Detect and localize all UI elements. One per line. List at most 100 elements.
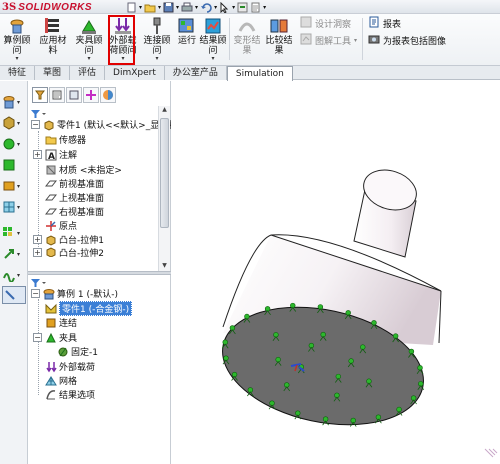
tree-item-fixed-1[interactable]: 固定-1 [56, 345, 98, 358]
tree-item-result-options[interactable]: 结果选项 [44, 388, 95, 401]
configuration-manager-tab[interactable] [66, 87, 82, 103]
tree-item-boss-extrude-1[interactable]: + 凸台-拉伸1 [33, 233, 104, 246]
plot-tools-button[interactable]: 图解工具 ▾ [300, 33, 357, 47]
tab-simulation[interactable]: Simulation [226, 66, 293, 81]
dropdown-arrow-icon[interactable]: ▾ [232, 4, 235, 11]
design-insight-icon [300, 16, 312, 31]
feature-tree-tab[interactable] [32, 87, 48, 103]
strip-button-mesh[interactable]: ▾ [2, 198, 26, 216]
study-advisor-icon [6, 16, 28, 36]
dimxpert-manager-tab[interactable] [83, 87, 99, 103]
cube-icon [3, 116, 15, 130]
tree-item-top-plane[interactable]: 上视基准面 [44, 191, 104, 204]
property-manager-tab[interactable] [49, 87, 65, 103]
graphics-area[interactable] [171, 81, 500, 464]
pane-splitter[interactable] [28, 271, 171, 275]
tree-item-origin[interactable]: 原点 [44, 219, 77, 232]
strip-button-study[interactable]: ▾ [2, 93, 26, 111]
apply-material-button[interactable]: 应用材 料 [36, 16, 70, 56]
large-cylinder-base[interactable] [212, 234, 442, 442]
display-manager-tab[interactable] [100, 87, 116, 103]
tree-item-boss-extrude-2[interactable]: + 凸台-拉伸2 [33, 247, 104, 257]
print-icon[interactable] [181, 2, 193, 13]
undo-icon[interactable] [200, 2, 212, 13]
tab-features[interactable]: 特征 [0, 66, 36, 80]
design-insight-button[interactable]: 设计洞察 [300, 16, 351, 30]
dropdown-arrow-icon[interactable]: ▾ [158, 4, 161, 11]
expand-icon[interactable]: + [33, 247, 42, 257]
strip-button-probe[interactable] [2, 286, 26, 304]
new-document-icon[interactable] [126, 2, 137, 13]
dropdown-arrow-icon[interactable]: ▾ [195, 4, 198, 11]
tree-item-right-plane[interactable]: 右视基准面 [44, 205, 104, 218]
tab-office-products[interactable]: 办公室产品 [164, 66, 227, 80]
dropdown-arrow-icon[interactable]: ▾ [87, 56, 90, 62]
collapse-icon[interactable]: − [31, 289, 40, 298]
scroll-up-icon[interactable]: ▲ [160, 106, 169, 116]
expand-icon[interactable]: + [33, 150, 42, 159]
save-icon[interactable] [163, 2, 174, 13]
dimxpert-icon [86, 90, 96, 100]
strip-button-load[interactable] [2, 156, 26, 174]
tree-item-front-plane[interactable]: 前视基准面 [44, 177, 104, 190]
strip-button-connection[interactable]: ▾ [2, 177, 26, 195]
dropdown-arrow-icon[interactable]: ▾ [214, 4, 217, 11]
tree-item-material[interactable]: 材质 <未指定> [44, 163, 122, 176]
report-button[interactable]: 报表 [368, 16, 401, 30]
compare-results-button[interactable]: 比较结 果 [262, 16, 296, 56]
view-rotate-handle-icon[interactable] [484, 448, 498, 458]
dropdown-arrow-icon[interactable]: ▾ [211, 56, 214, 62]
tree-item-external-loads[interactable]: 外部载荷 [44, 360, 95, 373]
tree-item-study[interactable]: − 算例 1 (-默认-) [31, 287, 118, 300]
tree-item-sensors[interactable]: 传感器 [44, 133, 86, 146]
ribbon-separator [362, 18, 363, 60]
feature-tree-scrollbar[interactable]: ▲ ▼ [158, 106, 170, 272]
plane-icon [44, 192, 57, 204]
tab-sketch[interactable]: 草图 [35, 66, 71, 80]
results-advisor-button[interactable]: 结果顾 问 ▾ [196, 16, 230, 62]
tree-item-label: 外部载荷 [59, 363, 96, 373]
select-cursor-icon[interactable] [219, 1, 230, 13]
deformed-result-button[interactable]: 变形结 果 [230, 16, 264, 56]
dropdown-arrow-icon[interactable]: ▾ [15, 56, 18, 62]
dropdown-arrow-icon[interactable]: ▾ [263, 4, 266, 11]
dropdown-arrow-icon[interactable]: ▾ [139, 4, 142, 11]
mesh-icon [44, 375, 57, 387]
rebuild-icon[interactable] [237, 2, 248, 13]
svg-text:A: A [48, 152, 55, 161]
connections-advisor-label: 连接顾 问 [143, 36, 171, 56]
file-properties-icon[interactable] [250, 2, 261, 13]
material-icon [44, 164, 57, 176]
dropdown-arrow-icon[interactable]: ▾ [176, 4, 179, 11]
left-toolbar: ▾ ▾ ▾ ▾ ▾ ▾ ▾ ▾ [0, 81, 28, 464]
model-view[interactable] [171, 81, 500, 464]
dropdown-arrow-icon[interactable]: ▾ [155, 56, 158, 62]
tab-evaluate[interactable]: 评估 [70, 66, 106, 80]
strip-button-cube[interactable]: ▾ [2, 114, 26, 132]
collapse-icon[interactable]: − [33, 333, 42, 342]
property-manager-icon [52, 90, 62, 100]
tree-item-mesh[interactable]: 网格 [44, 374, 77, 387]
tree-item-label: 结果选项 [59, 391, 96, 401]
strip-button-spring[interactable]: ▾ [2, 266, 26, 284]
strip-button-arrows[interactable]: ▾ [2, 245, 26, 263]
strip-button-grid[interactable]: ▾ [2, 224, 26, 242]
fixtures-advisor-button[interactable]: 夹具顾 问 ▾ [72, 16, 106, 62]
tree-item-annotations[interactable]: + A 注解 [33, 148, 77, 161]
connections-advisor-button[interactable]: 连接顾 问 ▾ [140, 16, 174, 62]
tree-item-study-part[interactable]: 零件1 (-合金钢-) [44, 301, 133, 316]
small-cylinder-boss[interactable] [353, 164, 422, 258]
study-advisor-button[interactable]: 算例顾 问 ▾ [0, 16, 34, 62]
collapse-icon[interactable]: − [31, 120, 40, 129]
include-image-for-report-button[interactable]: 为报表包括图像 [368, 33, 446, 47]
dropdown-arrow-icon[interactable]: ▾ [354, 37, 357, 44]
tree-item-fixtures[interactable]: − 夹具 [33, 331, 77, 344]
tab-dimxpert[interactable]: DimXpert [105, 66, 165, 80]
tree-item-connections[interactable]: 连结 [44, 316, 77, 329]
scrollbar-thumb[interactable] [160, 118, 169, 228]
expand-icon[interactable]: + [33, 235, 42, 244]
tree-item-part[interactable]: − 零件1 (默认<<默认>_显示状 [31, 118, 177, 131]
strip-button-fixture[interactable]: ▾ [2, 135, 26, 153]
part-icon [44, 303, 57, 315]
open-folder-icon[interactable] [144, 2, 156, 13]
